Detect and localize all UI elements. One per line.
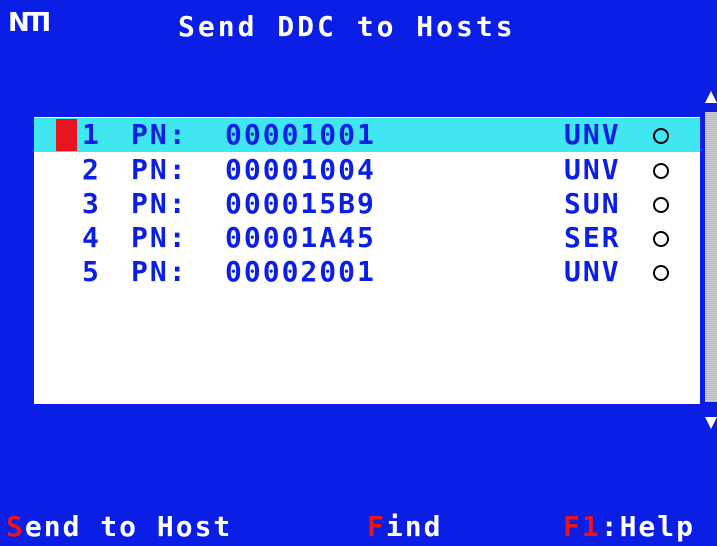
help-hotkey: F1 <box>563 510 601 543</box>
scrollbar-track[interactable] <box>705 112 717 402</box>
find-command[interactable]: Find <box>367 510 442 543</box>
row-number: 4 <box>82 221 99 254</box>
host-radio[interactable] <box>653 231 669 247</box>
row-number: 1 <box>82 118 99 151</box>
pn-label: PN: <box>131 187 188 220</box>
pn-value: 000015B9 <box>225 187 376 220</box>
host-type: UNV <box>564 255 621 288</box>
find-hotkey: F <box>367 510 386 543</box>
page-title: Send DDC to Hosts <box>178 10 516 43</box>
host-type: UNV <box>564 153 621 186</box>
scroll-up-arrow-icon[interactable] <box>705 91 717 103</box>
host-radio[interactable] <box>653 197 669 213</box>
pn-label: PN: <box>131 153 188 186</box>
logo: NTI <box>8 8 51 38</box>
help-command[interactable]: F1:Help <box>563 510 695 543</box>
scroll-down-arrow-icon[interactable] <box>705 417 717 429</box>
send-hotkey: S <box>6 510 25 543</box>
host-list: 1 PN: 00001001 UNV 2 PN: 00001004 UNV 3 … <box>34 117 700 404</box>
row-number: 2 <box>82 153 99 186</box>
send-label: end to Host <box>24 510 233 543</box>
list-row-3[interactable]: 3 PN: 000015B9 SUN <box>34 187 700 221</box>
find-label: ind <box>385 510 443 543</box>
pn-value: 00001A45 <box>225 221 376 254</box>
pn-value: 00001001 <box>225 118 376 151</box>
help-label: :Help <box>600 510 696 543</box>
list-row-4[interactable]: 4 PN: 00001A45 SER <box>34 221 700 255</box>
pn-label: PN: <box>131 255 188 288</box>
host-radio[interactable] <box>653 265 669 281</box>
selection-cursor <box>56 119 77 151</box>
pn-value: 00001004 <box>225 153 376 186</box>
pn-value: 00002001 <box>225 255 376 288</box>
pn-label: PN: <box>131 118 188 151</box>
row-number: 3 <box>82 187 99 220</box>
host-radio[interactable] <box>653 128 669 144</box>
list-row-5[interactable]: 5 PN: 00002001 UNV <box>34 255 700 289</box>
row-number: 5 <box>82 255 99 288</box>
send-to-host-command[interactable]: Send to Host <box>6 510 232 543</box>
host-type: UNV <box>564 118 621 151</box>
list-row-2[interactable]: 2 PN: 00001004 UNV <box>34 153 700 187</box>
host-type: SER <box>564 221 621 254</box>
list-row-1[interactable]: 1 PN: 00001001 UNV <box>34 118 700 152</box>
host-type: SUN <box>564 187 621 220</box>
pn-label: PN: <box>131 221 188 254</box>
host-radio[interactable] <box>653 163 669 179</box>
